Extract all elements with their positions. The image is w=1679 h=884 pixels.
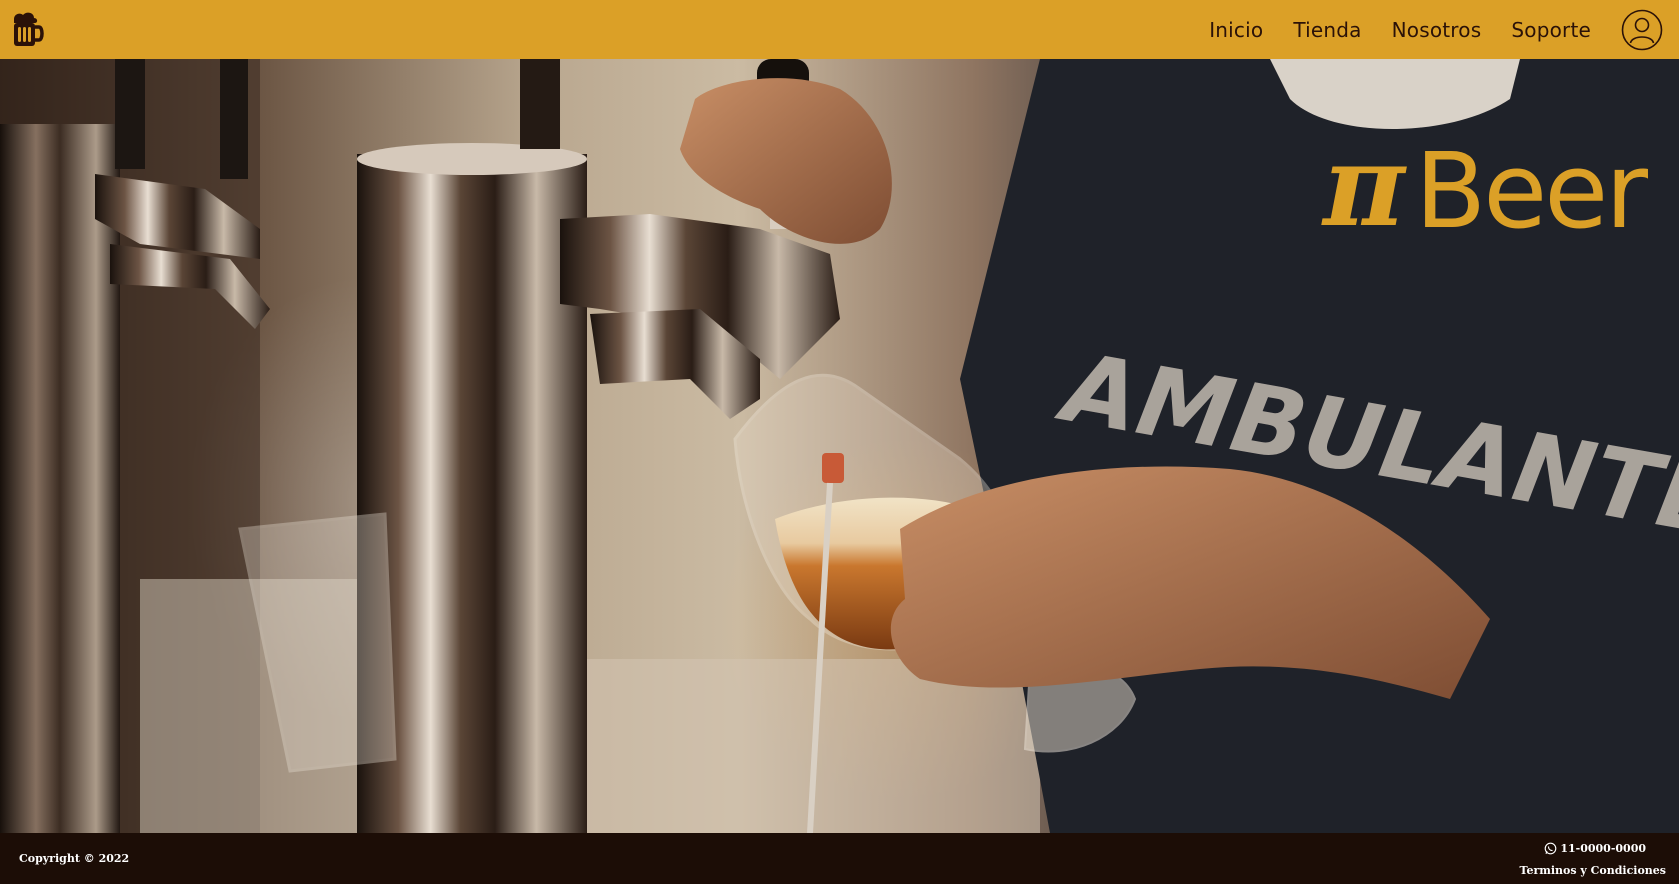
hero-banner: AMBULANTE π Beer (0, 59, 1679, 833)
footer: Copyright © 2022 11-0000-0000 Terminos y… (0, 833, 1679, 884)
copyright-text: Copyright © 2022 (19, 852, 130, 865)
nav-right: Inicio Tienda Nosotros Soporte (1209, 9, 1667, 51)
nav-link-tienda[interactable]: Tienda (1293, 18, 1361, 42)
phone-contact[interactable]: 11-0000-0000 (1544, 842, 1646, 855)
nav-link-soporte[interactable]: Soporte (1511, 18, 1591, 42)
phone-number: 11-0000-0000 (1560, 842, 1646, 855)
beer-mug-icon[interactable] (8, 10, 46, 50)
user-account-icon[interactable] (1621, 9, 1663, 51)
logo-word: Beer (1414, 130, 1648, 252)
terms-link[interactable]: Terminos y Condiciones (1520, 864, 1666, 877)
logo-pi-symbol: π (1322, 121, 1405, 252)
nav-links: Inicio Tienda Nosotros Soporte (1209, 18, 1591, 42)
nav-link-nosotros[interactable]: Nosotros (1392, 18, 1482, 42)
navbar: Inicio Tienda Nosotros Soporte (0, 0, 1679, 59)
nav-link-inicio[interactable]: Inicio (1209, 18, 1263, 42)
hero-logo: π Beer (1322, 121, 1648, 252)
whatsapp-icon (1544, 842, 1557, 855)
